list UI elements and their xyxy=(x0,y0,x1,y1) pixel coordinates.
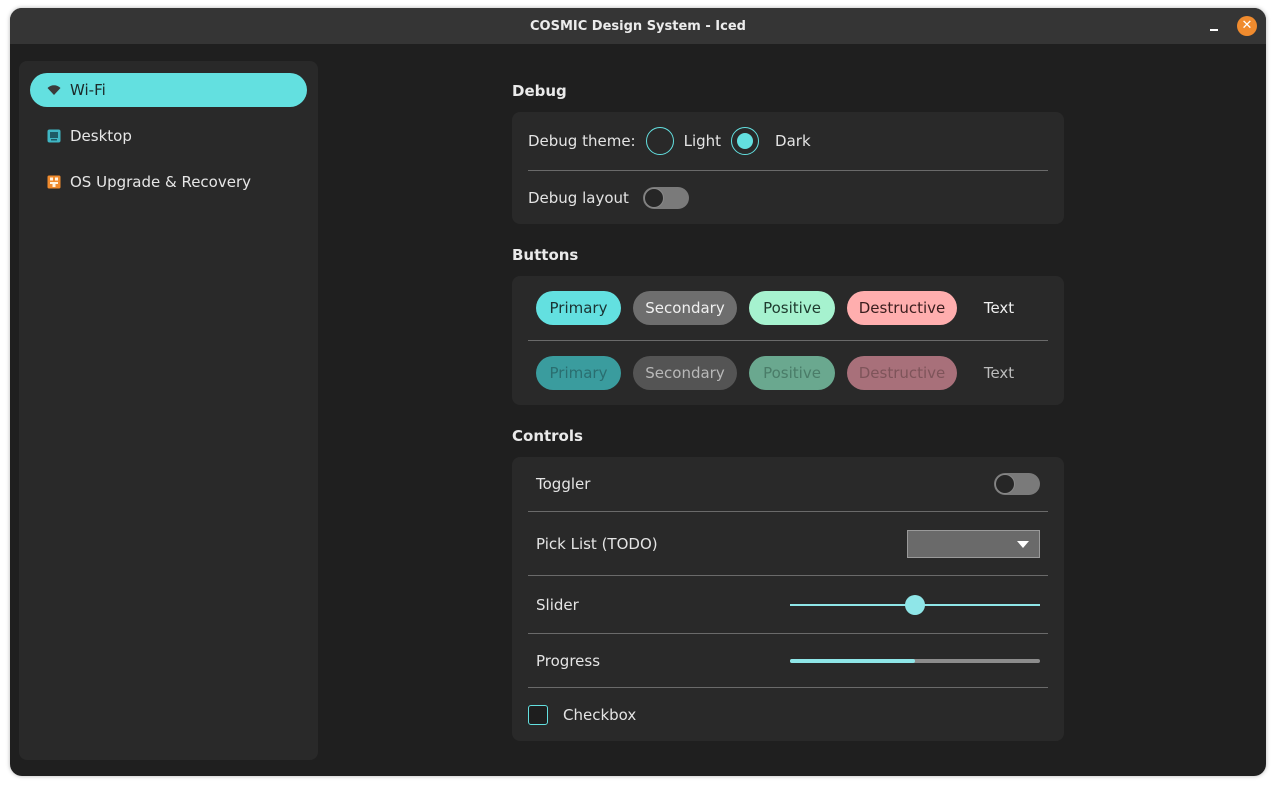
radio-light[interactable] xyxy=(645,127,674,155)
toggler-row: Toggler xyxy=(528,457,1048,511)
debug-layout-row: Debug layout xyxy=(528,171,1048,224)
picklist-label: Pick List (TODO) xyxy=(536,534,658,553)
sidebar-item-label: OS Upgrade & Recovery xyxy=(70,173,252,191)
app-window: COSMIC Design System - Iced ✕ Wi-Fi Desk… xyxy=(10,8,1266,776)
close-icon: ✕ xyxy=(1241,18,1253,33)
buttons-card: Primary Secondary Positive Destructive T… xyxy=(512,276,1064,405)
section-title-controls: Controls xyxy=(512,427,583,445)
section-title-debug: Debug xyxy=(512,82,567,100)
sidebar-item-os-upgrade[interactable]: OS Upgrade & Recovery xyxy=(30,165,307,199)
primary-button-disabled: Primary xyxy=(536,356,621,390)
secondary-button[interactable]: Secondary xyxy=(633,291,737,325)
checkbox[interactable] xyxy=(528,704,548,725)
slider-thumb[interactable] xyxy=(905,594,925,615)
destructive-button[interactable]: Destructive xyxy=(847,291,957,325)
checkbox-label[interactable]: Checkbox xyxy=(563,706,636,724)
radio-dark[interactable] xyxy=(731,127,760,155)
text-button-disabled: Text xyxy=(983,364,1015,382)
progress-row: Progress xyxy=(528,634,1048,687)
sidebar-item-wifi[interactable]: Wi-Fi xyxy=(30,73,307,107)
toggler-switch[interactable] xyxy=(994,473,1040,495)
chevron-down-icon xyxy=(1017,540,1029,548)
toggler-label: Toggler xyxy=(536,475,591,493)
close-button[interactable]: ✕ xyxy=(1237,16,1257,36)
secondary-button-disabled: Secondary xyxy=(633,356,737,390)
controls-card: Toggler Pick List (TODO) Slider Progress… xyxy=(512,457,1064,741)
text-button[interactable]: Text xyxy=(969,291,1029,325)
primary-button[interactable]: Primary xyxy=(536,291,621,325)
picklist-dropdown[interactable] xyxy=(907,529,1040,558)
debug-layout-toggle[interactable] xyxy=(642,186,689,209)
progress-fill xyxy=(790,658,915,663)
section-title-buttons: Buttons xyxy=(512,246,579,264)
main-content: Debug Debug theme: Light Dark Debug layo… xyxy=(512,82,1064,763)
debug-card: Debug theme: Light Dark Debug layout xyxy=(512,112,1064,224)
radio-dark-label[interactable]: Dark xyxy=(775,132,811,150)
sidebar-item-label: Wi-Fi xyxy=(70,81,106,99)
positive-button[interactable]: Positive xyxy=(749,291,835,325)
radio-light-label[interactable]: Light xyxy=(684,132,721,150)
desktop-icon xyxy=(47,129,61,143)
title-bar[interactable]: COSMIC Design System - Iced ✕ xyxy=(10,8,1266,44)
progress-bar xyxy=(790,658,1040,663)
debug-layout-label: Debug layout xyxy=(528,188,629,207)
destructive-button-disabled: Destructive xyxy=(847,356,957,390)
minimize-icon xyxy=(1210,29,1218,31)
buttons-enabled-row: Primary Secondary Positive Destructive T… xyxy=(528,276,1048,340)
sidebar-item-label: Desktop xyxy=(70,127,132,145)
radio-selected-dot xyxy=(737,133,754,149)
positive-button-disabled: Positive xyxy=(749,356,835,390)
minimize-button[interactable] xyxy=(1204,16,1224,36)
slider[interactable] xyxy=(790,594,1040,615)
toggle-knob xyxy=(995,474,1015,494)
slider-row: Slider xyxy=(528,576,1048,633)
progress-label: Progress xyxy=(536,651,601,670)
sidebar: Wi-Fi Desktop OS Upgrade & Recovery xyxy=(19,61,318,760)
slider-label: Slider xyxy=(536,595,579,614)
sidebar-item-desktop[interactable]: Desktop xyxy=(30,119,307,153)
buttons-disabled-row: Primary Secondary Positive Destructive T… xyxy=(528,341,1048,405)
debug-theme-row: Debug theme: Light Dark xyxy=(528,112,1048,170)
debug-theme-label: Debug theme: xyxy=(528,132,636,150)
window-title: COSMIC Design System - Iced xyxy=(530,18,746,34)
wifi-icon xyxy=(47,83,61,97)
checkbox-row: Checkbox xyxy=(528,688,1048,741)
picklist-row: Pick List (TODO) xyxy=(528,512,1048,575)
upgrade-icon xyxy=(47,175,61,189)
toggle-knob xyxy=(643,187,664,208)
